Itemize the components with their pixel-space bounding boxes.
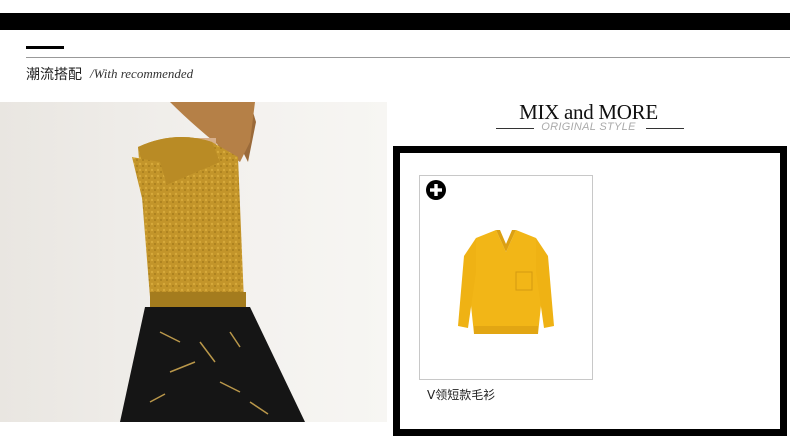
model-photo — [0, 102, 387, 422]
top-banner-bar — [0, 13, 790, 30]
sweater-image — [458, 230, 554, 334]
heading-divider — [26, 57, 790, 58]
heading-accent-bar — [26, 46, 64, 49]
product-name[interactable]: V领短款毛衫 — [427, 386, 495, 403]
product-card[interactable] — [419, 175, 593, 380]
plus-circle-icon[interactable] — [426, 180, 446, 200]
mix-subtitle: ORIGINAL STYLE — [541, 121, 636, 133]
model-illustration — [0, 102, 387, 422]
section-title: 潮流搭配 — [26, 67, 82, 83]
section-subtitle: /With recommended — [90, 66, 194, 81]
